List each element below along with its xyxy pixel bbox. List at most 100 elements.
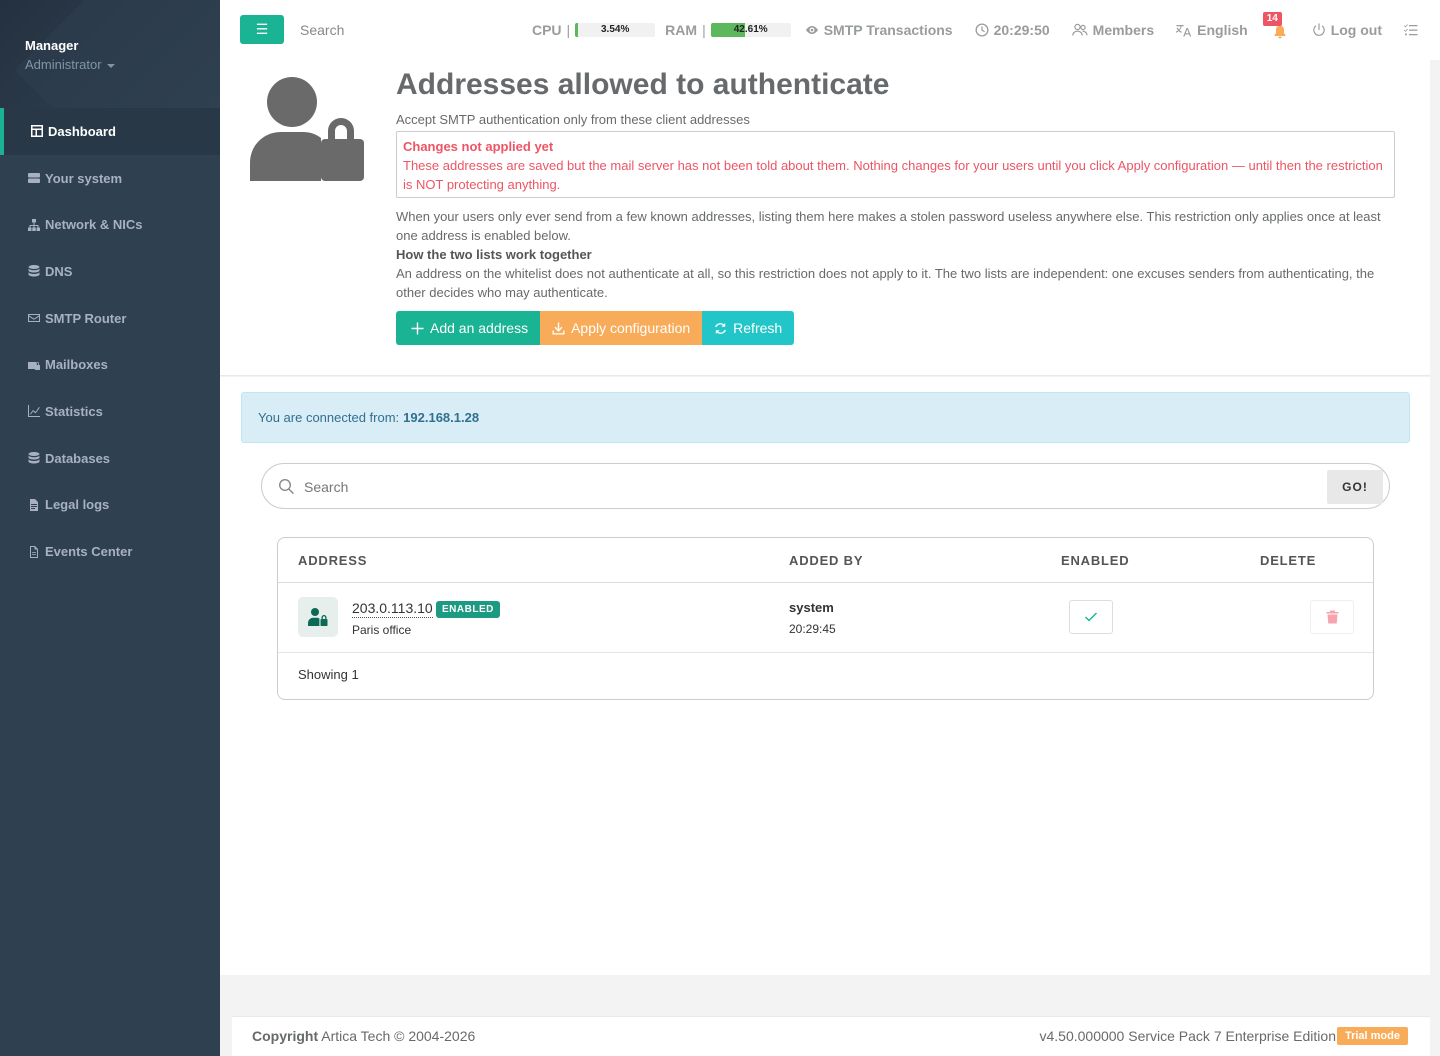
ram-label: RAM [665, 22, 698, 38]
clock: 20:29:50 [975, 22, 1050, 38]
logout-link[interactable]: Log out [1312, 22, 1382, 38]
sidebar-item-label: Legal logs [45, 497, 110, 513]
top-search-input[interactable] [300, 20, 460, 40]
cpu-separator: | [566, 22, 571, 38]
warning-text: These addresses are saved but the mail s… [403, 158, 1383, 192]
added-by: system [789, 600, 834, 615]
sidebar-item-smtp-router[interactable]: SMTP Router [0, 295, 220, 342]
cpu-label: CPU [531, 22, 562, 38]
apply-configuration-label: Apply configuration [571, 320, 691, 336]
sidebar-item-network[interactable]: Network & NICs [0, 201, 220, 248]
sidebar-item-your-system[interactable]: Your system [0, 155, 220, 202]
explanation-heading: How the two lists work together [396, 247, 592, 262]
sidebar-item-label: Network & NICs [45, 217, 143, 233]
server-icon [28, 172, 40, 184]
topbar: ☰ CPU | 3.54% RAM | 42.61% SMTP Transact… [220, 0, 1440, 60]
column-header-added-by: ADDED BY [789, 553, 864, 568]
database-icon [28, 452, 40, 464]
address-link[interactable]: 203.0.113.10 [352, 600, 433, 618]
smtp-transactions-link[interactable]: SMTP Transactions [805, 22, 953, 38]
file-icon [28, 498, 40, 511]
ram-value: 42.61% [733, 24, 768, 35]
clock-time: 20:29:50 [993, 22, 1050, 38]
explanation-text-1: When your users only ever send from a fe… [396, 209, 1381, 243]
sidebar-item-mailboxes[interactable]: Mailboxes [0, 341, 220, 388]
language-selector[interactable]: English [1176, 22, 1248, 38]
sidebar-item-events-center[interactable]: Events Center [0, 528, 220, 575]
cpu-gauge: CPU | 3.54% [531, 22, 656, 38]
eye-icon [805, 23, 819, 37]
page-subtitle: Accept SMTP authentication only from the… [396, 112, 750, 127]
ram-separator: | [702, 22, 706, 38]
notifications-count-badge: 14 [1262, 12, 1282, 26]
sidebar-item-dns[interactable]: DNS [0, 248, 220, 295]
envelope-icon [28, 312, 40, 324]
sidebar-item-statistics[interactable]: Statistics [0, 388, 220, 435]
trash-icon [1326, 610, 1338, 624]
check-icon [1085, 612, 1097, 622]
copyright-text: Artica Tech © 2004-2026 [321, 1028, 476, 1044]
chart-icon [28, 405, 40, 418]
profile-block: Manager Administrator [0, 0, 220, 108]
notifications-bell: 14 [1262, 12, 1288, 39]
sidebar-item-label: DNS [45, 263, 73, 279]
address-description: Paris office [352, 623, 412, 637]
sidebar-item-dashboard[interactable]: Dashboard [0, 108, 220, 155]
user-lock-icon [250, 77, 364, 181]
tasks-toggle[interactable] [1404, 23, 1418, 37]
table-search-input[interactable] [304, 476, 1304, 498]
status-badge: ENABLED [436, 601, 500, 618]
table-row: 203.0.113.10 ENABLED Paris office system… [278, 583, 1373, 653]
refresh-button[interactable]: Refresh [702, 311, 795, 345]
members-link[interactable]: Members [1071, 22, 1155, 38]
topbar-right: CPU | 3.54% RAM | 42.61% SMTP Transactio… [510, 0, 1418, 60]
addresses-table: ADDRESS ADDED BY ENABLED DELETE 203.0.11… [277, 537, 1374, 700]
sidebar-item-databases[interactable]: Databases [0, 435, 220, 482]
members-label: Members [1092, 22, 1155, 38]
plus-icon [411, 322, 424, 334]
sidebar-item-label: Events Center [45, 544, 133, 560]
connection-info: You are connected from: 192.168.1.28 [241, 392, 1410, 443]
bell-icon [1274, 25, 1286, 39]
language-label: English [1197, 22, 1248, 38]
sidebar-item-label: Databases [45, 450, 111, 466]
dashboard-icon [31, 125, 43, 138]
mailbox-lock-icon [28, 359, 40, 371]
delete-button[interactable] [1310, 600, 1354, 634]
table-header: ADDRESS ADDED BY ENABLED DELETE [278, 538, 1373, 583]
file-text-icon [28, 545, 40, 558]
apply-configuration-button[interactable]: Apply configuration [540, 311, 703, 345]
column-header-address: ADDRESS [298, 553, 368, 568]
profile-name: Manager [25, 38, 79, 53]
sidebar-item-legal-logs[interactable]: Legal logs [0, 482, 220, 529]
sidebar-item-label: Statistics [45, 403, 103, 419]
profile-role-dropdown[interactable]: Administrator [25, 57, 115, 72]
sidebar-item-label: SMTP Router [45, 310, 127, 326]
refresh-icon [715, 322, 727, 334]
notifications-button[interactable]: 14 [1262, 12, 1288, 39]
footer: Copyright Artica Tech © 2004-2026 v4.50.… [232, 1016, 1430, 1056]
warning-title: Changes not applied yet [403, 139, 554, 154]
user-lock-icon [298, 597, 338, 637]
trial-mode-badge: Trial mode [1336, 1027, 1408, 1045]
add-address-label: Add an address [430, 320, 529, 336]
power-icon [1312, 23, 1326, 37]
logout-label: Log out [1330, 22, 1382, 38]
database-icon [28, 265, 40, 277]
sidebar-item-label: Mailboxes [45, 357, 108, 373]
go-button[interactable]: GO! [1327, 470, 1383, 504]
add-address-button[interactable]: Add an address [396, 311, 541, 345]
users-icon [1071, 23, 1088, 37]
clock-icon [975, 23, 989, 37]
column-header-enabled: ENABLED [1061, 553, 1130, 568]
menu-toggle-button[interactable]: ☰ [240, 15, 284, 44]
explanation-text-2: An address on the whitelist does not aut… [396, 266, 1375, 300]
list-check-icon [1404, 23, 1418, 37]
ram-progress-bar: 42.61% [710, 23, 791, 37]
hamburger-icon: ☰ [255, 21, 269, 37]
profile-role-label: Administrator [25, 57, 102, 72]
connection-label: You are connected from: [258, 410, 400, 425]
refresh-label: Refresh [733, 320, 783, 336]
translate-icon [1176, 23, 1192, 37]
enabled-toggle-button[interactable] [1069, 600, 1113, 634]
